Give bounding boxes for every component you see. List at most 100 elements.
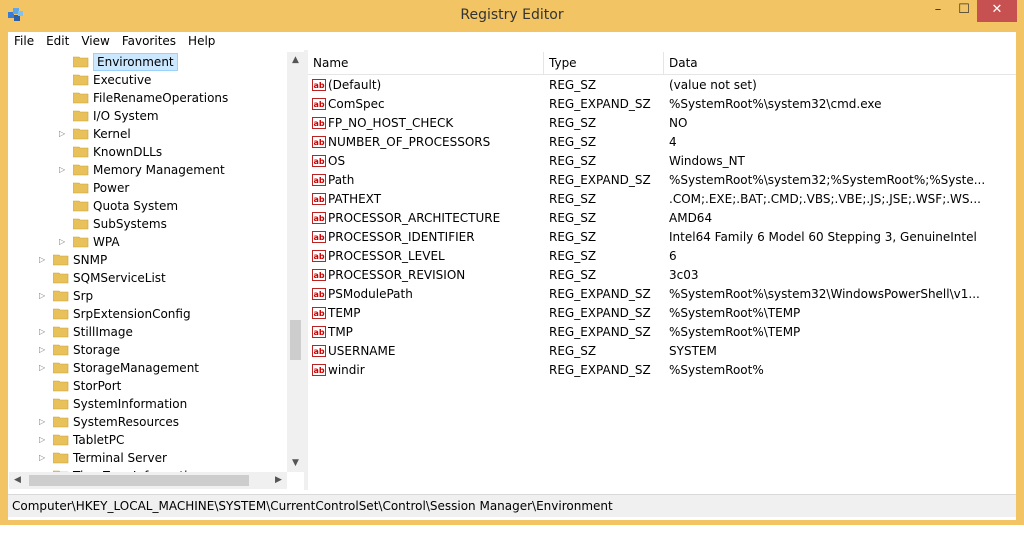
menu-edit[interactable]: Edit bbox=[40, 32, 75, 49]
tree-item[interactable]: Environment bbox=[9, 53, 287, 71]
string-value-icon: ab bbox=[312, 174, 326, 186]
expand-arrow-icon[interactable]: ▷ bbox=[39, 323, 47, 341]
tree-item[interactable]: FileRenameOperations bbox=[9, 89, 287, 107]
value-row[interactable]: ab TMP REG_EXPAND_SZ %SystemRoot%\TEMP bbox=[308, 323, 1016, 342]
expand-arrow-icon[interactable]: ▷ bbox=[39, 287, 47, 305]
value-type: REG_SZ bbox=[549, 268, 597, 282]
value-row[interactable]: ab NUMBER_OF_PROCESSORS REG_SZ 4 bbox=[308, 133, 1016, 152]
tree-item[interactable]: Executive bbox=[9, 71, 287, 89]
value-row[interactable]: ab PROCESSOR_REVISION REG_SZ 3c03 bbox=[308, 266, 1016, 285]
column-header-data[interactable]: Data bbox=[664, 52, 1016, 74]
value-row[interactable]: ab PSModulePath REG_EXPAND_SZ %SystemRoot%\… bbox=[308, 285, 1016, 304]
value-row[interactable]: ab (Default) REG_SZ (value not set) bbox=[308, 76, 1016, 95]
value-row[interactable]: ab PATHEXT REG_SZ .COM;.EXE;.BAT;.CMD;.VBS;… bbox=[308, 190, 1016, 209]
menu-bar: File Edit View Favorites Help bbox=[8, 32, 1016, 50]
expand-arrow-icon[interactable]: ▷ bbox=[39, 431, 47, 449]
tree-item[interactable]: ▷ Terminal Server bbox=[9, 449, 287, 467]
tree-item[interactable]: ▷ StorageManagement bbox=[9, 359, 287, 377]
string-value-icon: ab bbox=[312, 231, 326, 243]
tree-item-label: SNMP bbox=[73, 253, 108, 267]
menu-view[interactable]: View bbox=[75, 32, 115, 49]
tree-item-label: StorageManagement bbox=[73, 361, 199, 375]
value-name: FP_NO_HOST_CHECK bbox=[328, 116, 454, 130]
expand-arrow-icon[interactable]: ▷ bbox=[39, 449, 47, 467]
menu-favorites[interactable]: Favorites bbox=[116, 32, 182, 49]
tree-item[interactable]: StorPort bbox=[9, 377, 287, 395]
tree-item[interactable]: ▷ Memory Management bbox=[9, 161, 287, 179]
value-row[interactable]: ab FP_NO_HOST_CHECK REG_SZ NO bbox=[308, 114, 1016, 133]
horizontal-scroll-thumb[interactable] bbox=[29, 475, 249, 486]
expand-arrow-icon[interactable]: ▷ bbox=[39, 251, 47, 269]
folder-icon bbox=[73, 128, 89, 140]
folder-icon bbox=[73, 110, 89, 122]
tree-horizontal-scrollbar[interactable]: ◀ ▶ bbox=[9, 472, 287, 489]
tree-item[interactable]: ▷ Kernel bbox=[9, 125, 287, 143]
tree-vertical-scrollbar[interactable]: ▲ ▼ bbox=[287, 52, 304, 472]
value-data: AMD64 bbox=[669, 211, 713, 225]
expand-arrow-icon[interactable]: ▷ bbox=[59, 125, 67, 143]
tree-item[interactable]: SubSystems bbox=[9, 215, 287, 233]
scroll-up-icon[interactable]: ▲ bbox=[287, 52, 304, 69]
tree-item[interactable]: ▷ WPA bbox=[9, 233, 287, 251]
tree-item[interactable]: ▷ StillImage bbox=[9, 323, 287, 341]
value-name: PROCESSOR_LEVEL bbox=[328, 249, 445, 263]
title-bar[interactable]: Registry Editor – ☐ ✕ bbox=[0, 0, 1024, 32]
values-list-pane: Name Type Data ab (Default) REG_SZ (value n… bbox=[308, 52, 1016, 488]
menu-help[interactable]: Help bbox=[182, 32, 221, 49]
expand-arrow-icon[interactable]: ▷ bbox=[59, 233, 67, 251]
close-button[interactable]: ✕ bbox=[977, 0, 1017, 22]
scroll-down-icon[interactable]: ▼ bbox=[287, 455, 304, 472]
tree-item[interactable]: I/O System bbox=[9, 107, 287, 125]
value-row[interactable]: ab PROCESSOR_LEVEL REG_SZ 6 bbox=[308, 247, 1016, 266]
tree-item[interactable]: KnownDLLs bbox=[9, 143, 287, 161]
tree-item-label: WPA bbox=[93, 235, 120, 249]
client-area: Environment Executive FileRenameOperations… bbox=[8, 50, 1016, 520]
tree-item[interactable]: SQMServiceList bbox=[9, 269, 287, 287]
column-header-type[interactable]: Type bbox=[544, 52, 664, 74]
maximize-button[interactable]: ☐ bbox=[951, 0, 977, 22]
tree-item[interactable]: Quota System bbox=[9, 197, 287, 215]
tree-item-label: StillImage bbox=[73, 325, 133, 339]
expand-arrow-icon[interactable]: ▷ bbox=[39, 341, 47, 359]
value-row[interactable]: ab ComSpec REG_EXPAND_SZ %SystemRoot%\syste… bbox=[308, 95, 1016, 114]
folder-icon bbox=[53, 254, 69, 266]
tree-item[interactable]: ▷ Srp bbox=[9, 287, 287, 305]
string-value-icon: ab bbox=[312, 269, 326, 281]
value-row[interactable]: ab OS REG_SZ Windows_NT bbox=[308, 152, 1016, 171]
string-value-icon: ab bbox=[312, 326, 326, 338]
window-title: Registry Editor bbox=[460, 7, 564, 23]
value-name: PROCESSOR_REVISION bbox=[328, 268, 466, 282]
registry-tree[interactable]: Environment Executive FileRenameOperations… bbox=[9, 52, 287, 472]
tree-item[interactable]: Power bbox=[9, 179, 287, 197]
string-value-icon: ab bbox=[312, 212, 326, 224]
expand-arrow-icon[interactable]: ▷ bbox=[39, 359, 47, 377]
tree-item[interactable]: SrpExtensionConfig bbox=[9, 305, 287, 323]
scroll-left-icon[interactable]: ◀ bbox=[9, 472, 26, 489]
value-type: REG_SZ bbox=[549, 135, 597, 149]
tree-item[interactable]: ▷ TabletPC bbox=[9, 431, 287, 449]
value-row[interactable]: ab windir REG_EXPAND_SZ %SystemRoot% bbox=[308, 361, 1016, 380]
scroll-right-icon[interactable]: ▶ bbox=[270, 472, 287, 489]
folder-icon bbox=[53, 380, 69, 392]
registry-editor-window: Registry Editor – ☐ ✕ File Edit View Fav… bbox=[0, 0, 1024, 525]
value-name: NUMBER_OF_PROCESSORS bbox=[328, 135, 491, 149]
value-row[interactable]: ab TEMP REG_EXPAND_SZ %SystemRoot%\TEMP bbox=[308, 304, 1016, 323]
menu-file[interactable]: File bbox=[8, 32, 40, 49]
list-header: Name Type Data bbox=[308, 52, 1016, 75]
tree-item[interactable]: ▷ Storage bbox=[9, 341, 287, 359]
tree-item[interactable]: ▷ SNMP bbox=[9, 251, 287, 269]
value-type: REG_SZ bbox=[549, 344, 597, 358]
value-name: PSModulePath bbox=[328, 287, 413, 301]
tree-item[interactable]: ▷ SystemResources bbox=[9, 413, 287, 431]
expand-arrow-icon[interactable]: ▷ bbox=[39, 413, 47, 431]
value-data: Windows_NT bbox=[669, 154, 745, 168]
column-header-name[interactable]: Name bbox=[308, 52, 544, 74]
value-row[interactable]: ab Path REG_EXPAND_SZ %SystemRoot%\system32… bbox=[308, 171, 1016, 190]
tree-item[interactable]: SystemInformation bbox=[9, 395, 287, 413]
value-row[interactable]: ab USERNAME REG_SZ SYSTEM bbox=[308, 342, 1016, 361]
expand-arrow-icon[interactable]: ▷ bbox=[59, 161, 67, 179]
value-row[interactable]: ab PROCESSOR_ARCHITECTURE REG_SZ AMD64 bbox=[308, 209, 1016, 228]
minimize-button[interactable]: – bbox=[925, 0, 951, 22]
value-row[interactable]: ab PROCESSOR_IDENTIFIER REG_SZ Intel64 Fami… bbox=[308, 228, 1016, 247]
scroll-thumb[interactable] bbox=[290, 320, 301, 360]
